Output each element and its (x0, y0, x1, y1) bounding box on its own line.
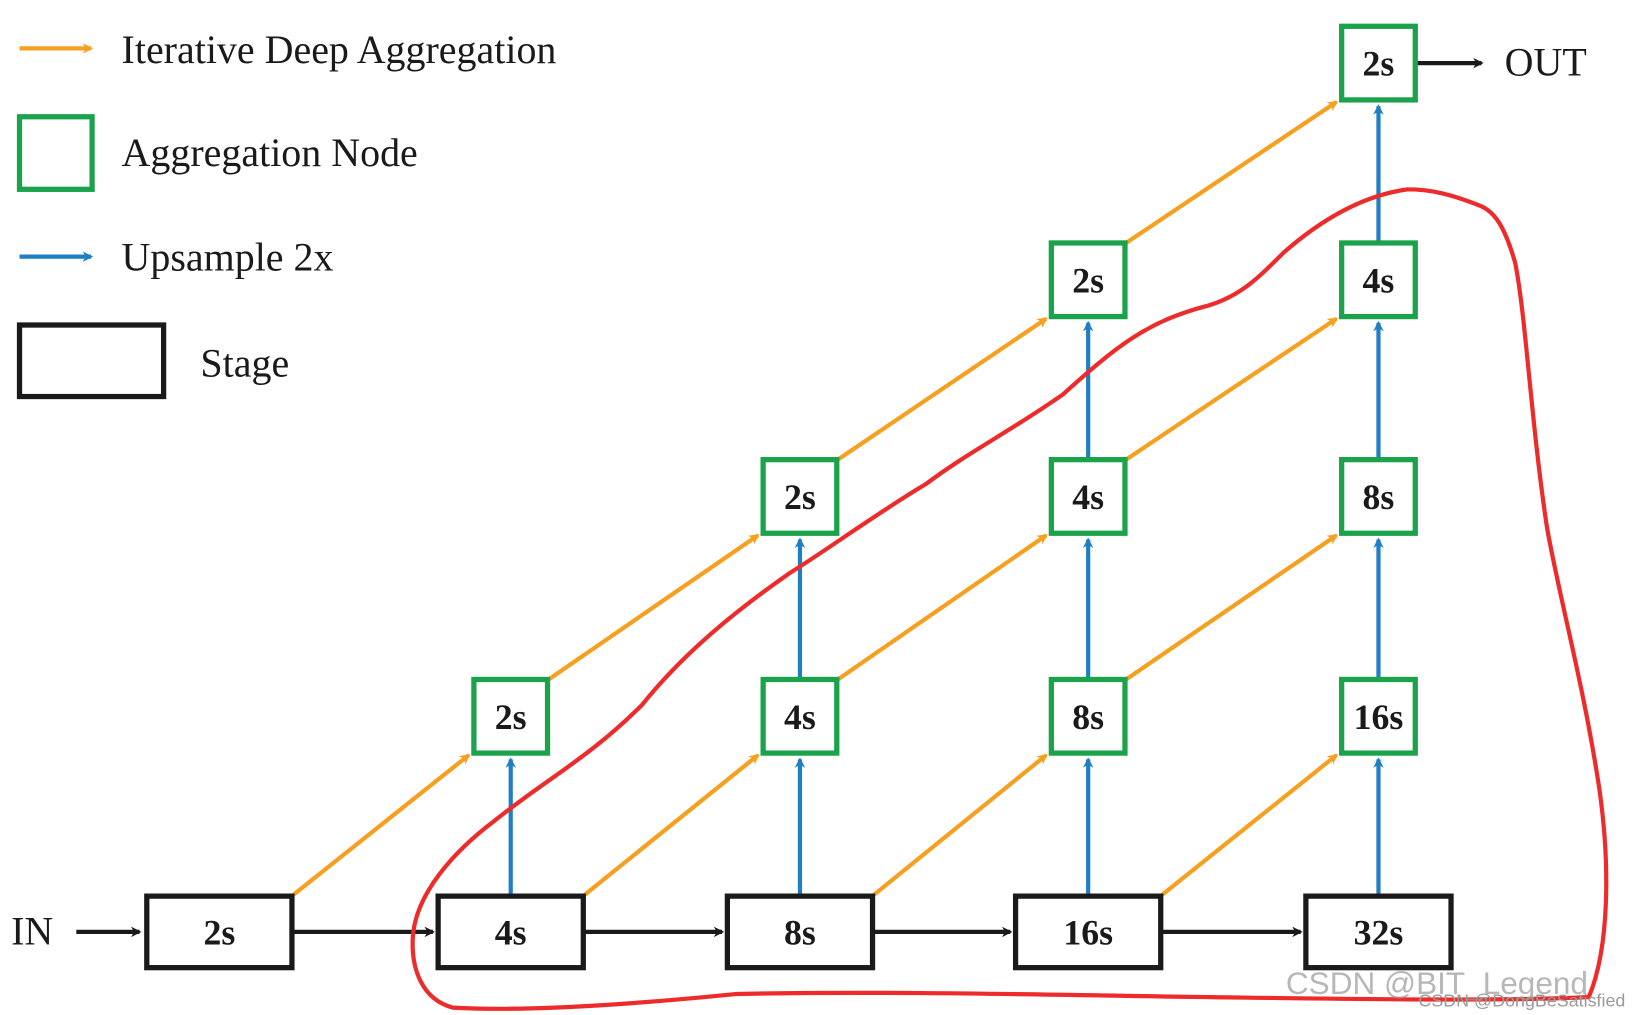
stage-label: 4s (495, 913, 527, 953)
ida-arrow (1124, 316, 1339, 462)
green-square-icon (16, 114, 95, 192)
legend-node-label: Aggregation Node (122, 130, 418, 175)
ida-arrow (1160, 753, 1339, 897)
black-rect-icon (16, 322, 167, 400)
stage-label: 16s (1063, 913, 1113, 953)
ida-arrow (291, 753, 471, 897)
stage-label: 32s (1354, 913, 1404, 953)
ida-arrow (872, 753, 1048, 897)
aggregation-node-label: 4s (784, 697, 816, 737)
stage-label: 2s (203, 913, 235, 953)
ida-arrow (836, 533, 1048, 682)
ida-arrow (547, 533, 760, 682)
aggregation-node-label: 8s (1363, 477, 1395, 517)
aggregation-node-label: 4s (1072, 477, 1104, 517)
ida-arrow (1124, 533, 1339, 682)
in-label: IN (11, 909, 53, 954)
legend-ida-label: Iterative Deep Aggregation (122, 27, 557, 72)
legend: Iterative Deep Aggregation Aggregation N… (16, 27, 557, 400)
aggregation-node-label: 2s (784, 477, 816, 517)
aggregation-node-label: 4s (1363, 260, 1395, 300)
ida-arrow (583, 753, 760, 897)
aggregation-node-label: 2s (1072, 260, 1104, 300)
watermark-2: CSDN @DongBeSatisfied (1418, 991, 1625, 1011)
aggregation-node-label: 2s (1363, 44, 1395, 84)
ida-arrow (836, 316, 1048, 462)
legend-upsample-label: Upsample 2x (122, 234, 334, 279)
out-label: OUT (1505, 40, 1587, 85)
ida-arrow (1124, 100, 1339, 245)
aggregation-node-label: 2s (495, 697, 527, 737)
aggregation-node-label: 16s (1354, 697, 1404, 737)
red-annotation-curve (410, 187, 1609, 1011)
stage-label: 8s (784, 913, 816, 953)
aggregation-node-label: 8s (1072, 697, 1104, 737)
diagram-canvas: Iterative Deep Aggregation Aggregation N… (11, 23, 1625, 1011)
dla-diagram: Iterative Deep Aggregation Aggregation N… (0, 0, 1642, 1015)
legend-stage-label: Stage (200, 341, 289, 386)
